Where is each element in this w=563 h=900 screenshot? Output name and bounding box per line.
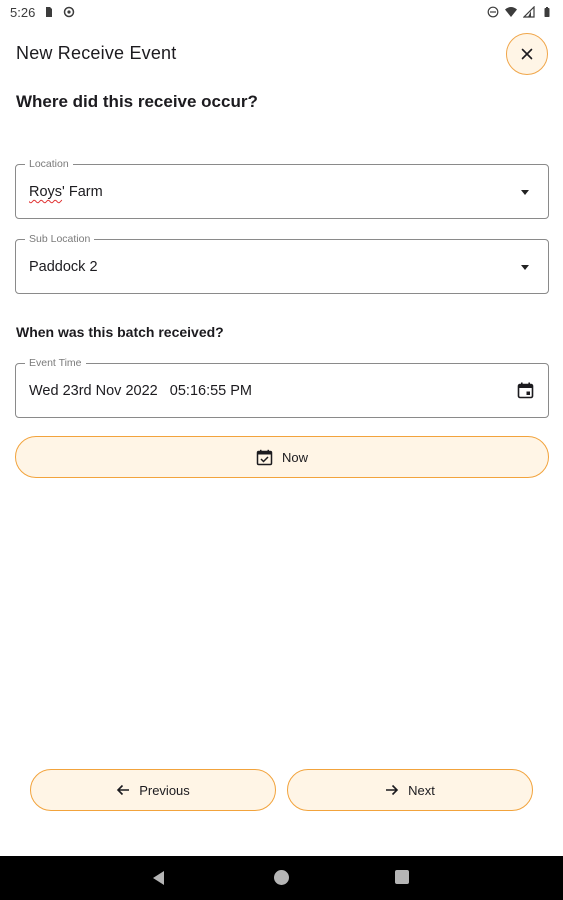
event-time-value: Wed 23rd Nov 2022 05:16:55 PM [29, 383, 253, 399]
location-question: Where did this receive occur? [16, 92, 258, 111]
signal-icon [523, 6, 535, 18]
dropdown-arrow-icon [521, 190, 529, 195]
location-label: Location [25, 158, 73, 170]
location-select[interactable]: Location Roys' Farm [15, 158, 549, 219]
status-left: 5:26 [10, 5, 75, 20]
close-button[interactable] [506, 33, 548, 75]
previous-button-label: Previous [139, 782, 190, 798]
location-value: Roys' Farm [29, 184, 103, 200]
status-right [487, 6, 553, 18]
event-time-label: Event Time [25, 357, 86, 369]
sub-location-value: Paddock 2 [29, 259, 98, 275]
battery-icon [544, 7, 550, 17]
do-not-disturb-icon [487, 6, 499, 18]
event-time-field[interactable]: Event Time Wed 23rd Nov 2022 05:16:55 PM [15, 357, 549, 418]
next-button-label: Next [408, 782, 435, 798]
page-title: New Receive Event [16, 43, 177, 63]
home-icon[interactable] [274, 870, 289, 885]
previous-button[interactable]: Previous [30, 769, 276, 811]
sim-card-icon [46, 7, 53, 17]
now-button-label: Now [281, 449, 308, 465]
calendar-check-icon [256, 449, 273, 465]
location-value-rest: ' Farm [62, 184, 103, 200]
calendar-icon[interactable] [516, 381, 535, 400]
wifi-icon [505, 7, 517, 17]
sub-location-select[interactable]: Sub Location Paddock 2 [15, 233, 549, 294]
location-value-misspelled: Roys [29, 184, 63, 200]
status-bar: 5:26 [0, 0, 563, 24]
time-question: When was this batch received? [16, 324, 224, 340]
back-icon[interactable] [153, 871, 164, 885]
arrow-right-icon [386, 784, 399, 796]
arrow-left-icon [117, 784, 130, 796]
sub-location-label: Sub Location [25, 233, 95, 245]
recents-icon[interactable] [395, 870, 409, 884]
status-time: 5:26 [10, 4, 36, 20]
close-icon [521, 48, 533, 60]
now-button[interactable]: Now [15, 436, 549, 478]
dropdown-arrow-icon [521, 265, 529, 270]
system-nav-bar [0, 856, 563, 900]
sync-icon [64, 6, 75, 18]
next-button[interactable]: Next [287, 769, 533, 811]
